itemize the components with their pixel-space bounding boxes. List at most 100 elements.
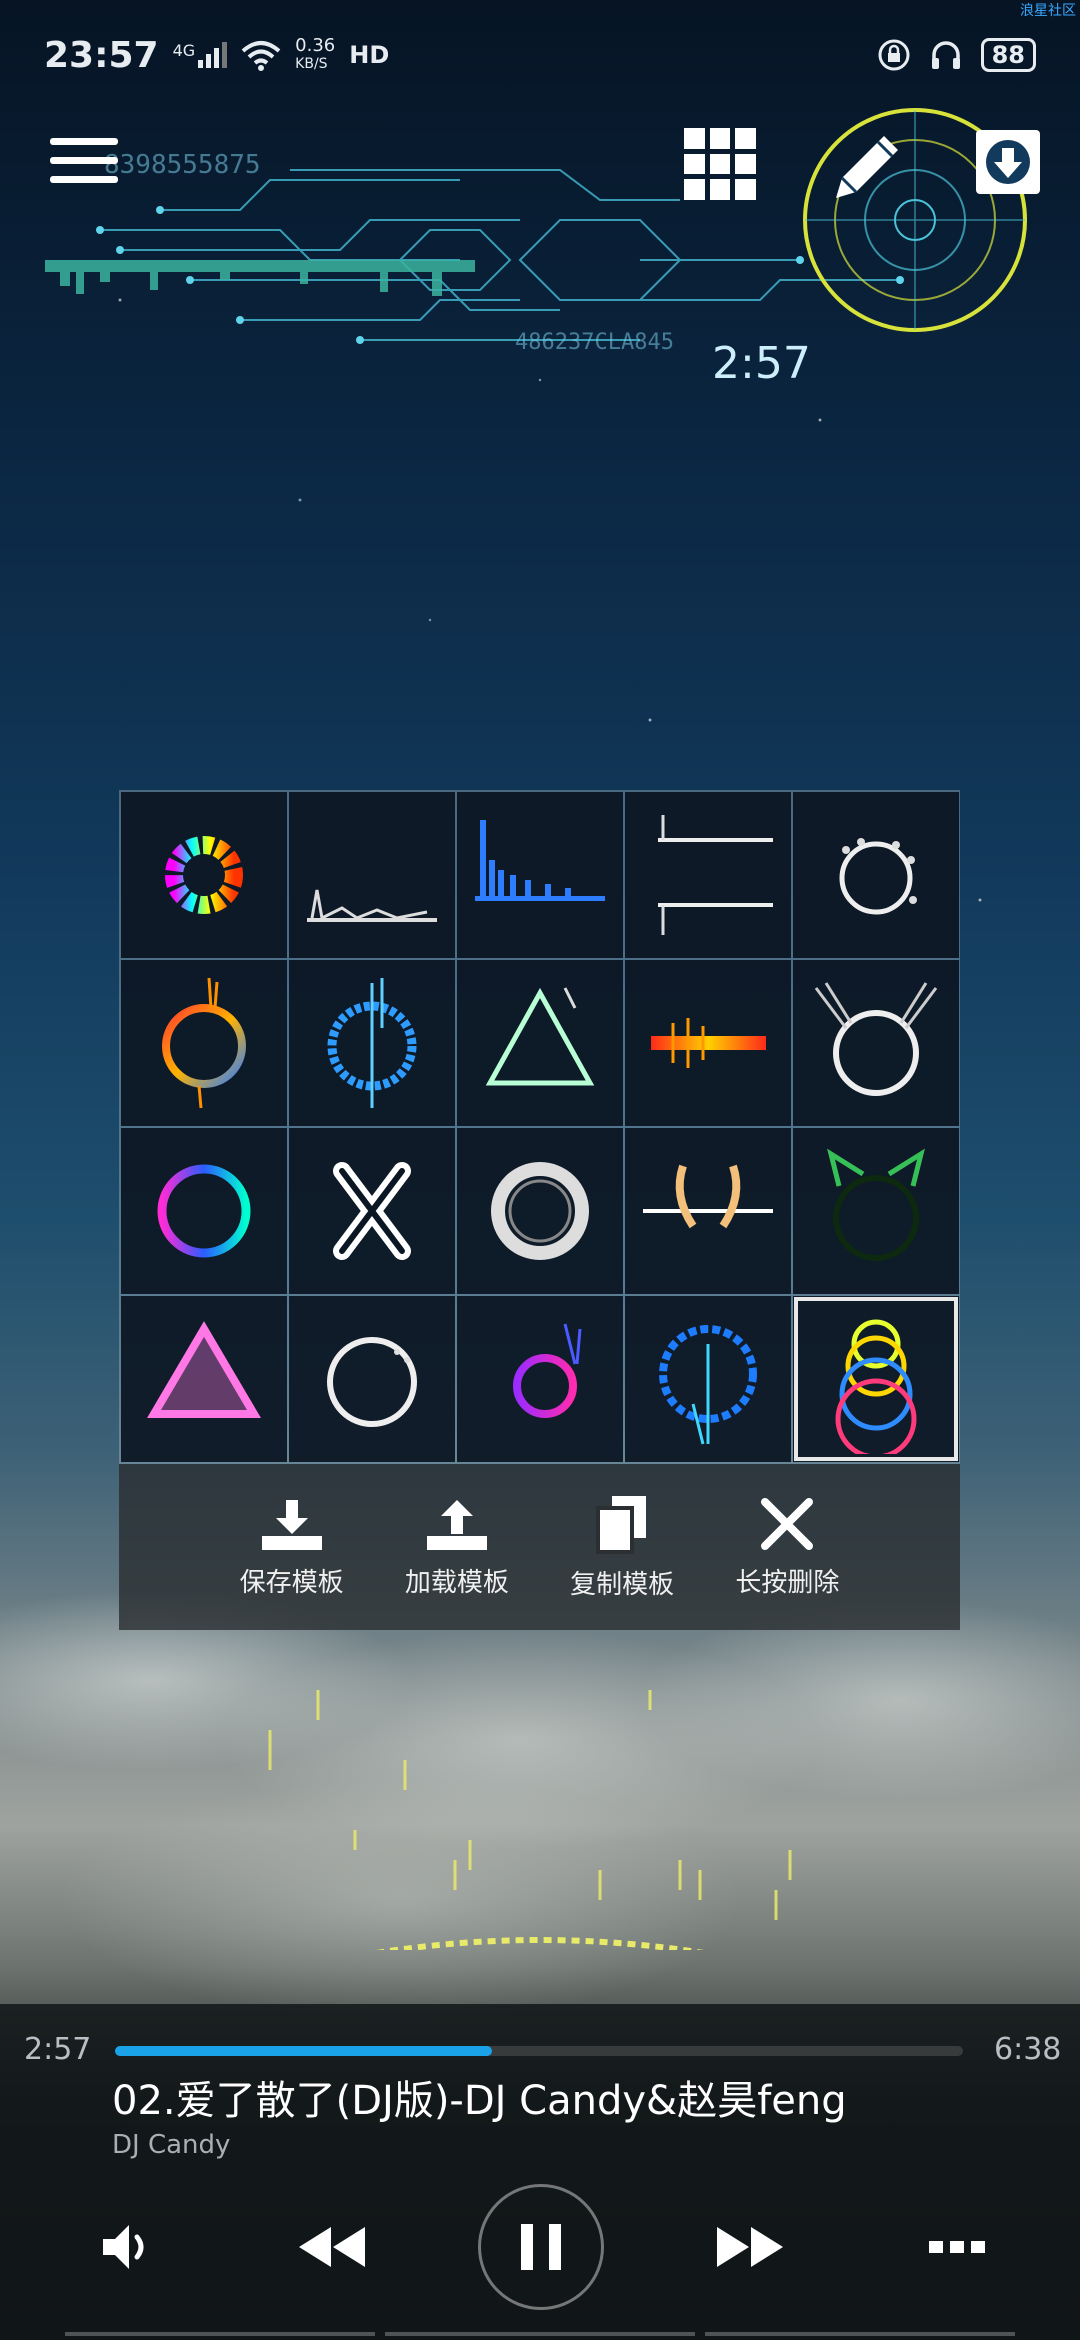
status-time: 23:57 [44,34,159,76]
song-title: 02.爱了散了(DJ版)-DJ Candy&赵昊feng [112,2078,847,2124]
dotted-ring-icon [839,838,917,915]
save-template-label: 保存模板 [239,1567,344,1598]
thin-ring-icon [327,1337,417,1427]
template-cell[interactable] [289,1296,455,1462]
network-type: 4G [172,41,196,60]
template-actions: 保存模板 加载模板 复制模板 长按删除 [119,1464,960,1630]
signal-icon: 4G [173,42,228,68]
playback-controls [0,2182,1080,2312]
template-cell[interactable] [121,960,287,1126]
rewind-icon [299,2227,365,2267]
template-cell[interactable] [289,960,455,1126]
wifi-icon [241,41,281,71]
blue-bars-icon [475,820,605,901]
hud-code-text: 486237CLA845 [515,330,674,355]
navigation-bar [0,2332,1080,2340]
status-bar: 23:57 4G 0.36 KB/S HD 88 [0,0,1080,110]
nav-segment [705,2332,1015,2336]
template-cell[interactable] [793,960,959,1126]
net-speed-unit: KB/S [295,56,328,72]
load-template-button[interactable]: 加载模板 [405,1496,509,1599]
pink-triangle-icon [147,1321,261,1418]
template-cell[interactable] [625,1128,791,1294]
volume-button[interactable] [92,2214,162,2280]
rotation-lock-icon [878,39,910,71]
fast-forward-icon [717,2227,783,2267]
winged-ring-icon [814,982,938,1096]
nav-segment [385,2332,695,2336]
mirrored-lines-icon [658,815,773,935]
download-tray-icon [261,1499,322,1550]
previous-button[interactable] [292,2214,372,2280]
triangle-icon [485,987,595,1086]
hamburger-icon [50,138,118,145]
download-icon [986,140,1030,184]
spectrum-particles [268,1690,792,1950]
hud-elapsed-time: 2:57 [712,338,811,389]
battery-level: 88 [980,38,1036,72]
watermark-text: 浪星社区 [1020,3,1076,19]
template-panel: 保存模板 加载模板 复制模板 长按删除 [119,790,960,1630]
template-cell[interactable] [289,792,455,958]
template-cell[interactable] [457,792,623,958]
template-cell[interactable] [289,1128,455,1294]
headphones-icon [931,41,960,69]
net-speed-value: 0.36 [295,35,336,56]
cyan-ring-icon [659,1325,757,1445]
save-template-button[interactable]: 保存模板 [240,1496,344,1599]
delete-template-label: 长按删除 [735,1567,840,1598]
template-cell[interactable] [457,1128,623,1294]
template-cell[interactable] [625,960,791,1126]
template-cell[interactable] [457,1296,623,1462]
grid-cell [735,179,756,200]
template-cell[interactable] [793,792,959,958]
player-bar: 2:57 6:38 02.爱了散了(DJ版)-DJ Candy&赵昊feng D… [0,2004,1080,2340]
template-cell[interactable] [121,1296,287,1462]
grid-cell [709,153,731,175]
copy-template-label: 复制模板 [570,1569,675,1600]
grid-cell [684,179,705,200]
template-grid-button[interactable] [684,128,756,200]
copy-template-button[interactable]: 复制模板 [570,1494,674,1601]
elapsed-time: 2:57 [24,2032,92,2067]
template-cell[interactable] [625,1296,791,1462]
white-ring-icon [491,1162,589,1260]
grid-cell [735,128,756,149]
template-cell[interactable] [121,1128,287,1294]
hamburger-line [50,157,118,164]
cat-ears-icon [827,1148,925,1261]
next-button[interactable] [710,2214,790,2280]
hud-id-text: 8398555875 [104,150,261,180]
template-cell[interactable] [793,1296,959,1462]
menu-button[interactable] [50,138,118,190]
load-template-label: 加载模板 [404,1567,509,1598]
pencil-icon [836,136,898,198]
template-cell[interactable] [457,960,623,1126]
progress-fill [115,2046,493,2056]
template-cell[interactable] [793,1128,959,1294]
flame-bar-icon [651,1018,766,1068]
edit-button[interactable] [822,124,910,212]
download-button[interactable] [976,130,1040,194]
hd-badge: HD [349,41,390,69]
spectrum-wave-icon [307,889,437,922]
golden-antler-icon [643,1164,773,1229]
purple-burst-icon [513,1323,582,1418]
rainbow-ring-icon [165,836,243,914]
stacked-rings-icon [835,1319,917,1454]
upload-tray-icon [426,1499,487,1550]
delete-template-button[interactable]: 长按删除 [735,1496,839,1599]
template-cell[interactable] [121,792,287,958]
grid-cell [735,153,756,175]
fire-ring-icon [162,977,246,1109]
total-duration: 6:38 [994,2032,1062,2067]
pause-icon [521,2224,561,2270]
play-pause-button[interactable] [478,2184,604,2310]
template-cell[interactable] [625,792,791,958]
more-button[interactable] [920,2214,994,2280]
template-grid [119,790,960,1464]
progress-bar[interactable] [115,2046,963,2056]
close-icon [761,1497,814,1550]
blue-ring-icon [327,978,417,1108]
grid-cell [684,153,705,175]
